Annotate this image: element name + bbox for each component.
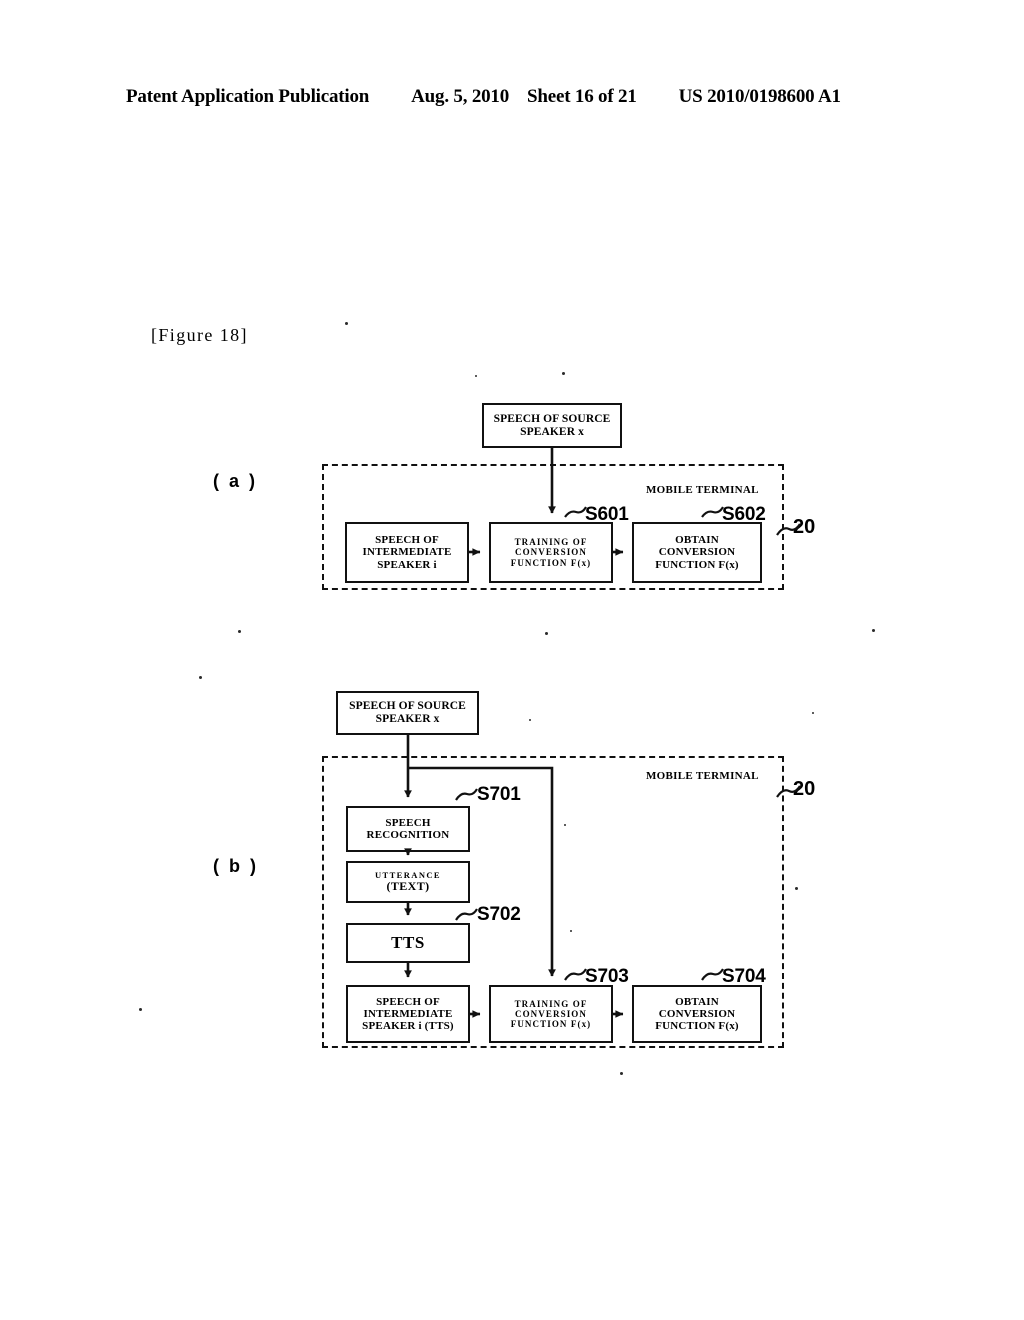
scan-speck [564, 824, 566, 826]
box-line: TRAINING OF [514, 537, 588, 548]
box-line: SPEECH OF [376, 995, 440, 1008]
box-speech-of-source-speaker-b: SPEECH OF SOURCE SPEAKER x [336, 691, 479, 735]
box-line: TRAINING OF [514, 998, 588, 1009]
box-line: FUNCTION F(x) [655, 558, 739, 571]
header-sheet-number: Sheet 16 of 21 [527, 86, 637, 107]
reference-numeral-20-a: 20 [793, 516, 816, 538]
step-tag-s601: S601 [585, 504, 629, 525]
box-tts-b: TTS [346, 923, 470, 963]
step-tag-s702: S702 [477, 904, 521, 925]
box-line: OBTAIN [675, 995, 719, 1008]
box-line: INTERMEDIATE [362, 546, 452, 559]
scan-speck [795, 887, 798, 890]
box-line: SPEECH OF [375, 534, 439, 547]
box-line: SPEAKER x [520, 425, 584, 438]
mobile-terminal-label-a: MOBILE TERMINAL [646, 484, 759, 496]
box-speech-recognition-b: SPEECH RECOGNITION [346, 806, 470, 852]
header-date: Aug. 5, 2010 [411, 86, 510, 107]
mobile-terminal-label-b: MOBILE TERMINAL [646, 770, 759, 782]
box-line: CONVERSION [658, 546, 736, 559]
box-line: TTS [391, 933, 425, 953]
box-training-of-conversion-function-a: TRAINING OF CONVERSION FUNCTION F(x) [489, 522, 613, 583]
box-line: SPEECH [385, 816, 431, 829]
scan-speck [872, 629, 875, 632]
scan-speck [812, 712, 814, 714]
scan-speck [562, 372, 565, 375]
box-speech-of-intermediate-speaker-b: SPEECH OF INTERMEDIATE SPEAKER i (TTS) [346, 985, 470, 1043]
header-document-number: US 2010/0198600 A1 [678, 86, 841, 107]
box-line: FUNCTION F(x) [655, 1020, 739, 1033]
scan-speck [529, 719, 531, 721]
box-line: RECOGNITION [366, 829, 450, 841]
box-line: SPEECH OF SOURCE [493, 412, 611, 425]
box-line: FUNCTION F(x) [510, 1019, 592, 1030]
step-tag-s701: S701 [477, 784, 521, 805]
box-line: CONVERSION [658, 1007, 736, 1020]
scan-speck [620, 1072, 623, 1075]
panel-letter-a: ( a ) [213, 471, 258, 491]
box-line: CONVERSION [514, 1008, 587, 1019]
box-speech-of-intermediate-speaker-a: SPEECH OF INTERMEDIATE SPEAKER i [345, 522, 469, 583]
box-line: OBTAIN [675, 534, 719, 547]
box-line: SPEAKER i [377, 558, 437, 571]
scan-speck [345, 322, 348, 325]
header-publication-title: Patent Application Publication [126, 86, 370, 107]
box-line: CONVERSION [514, 547, 587, 558]
box-obtain-conversion-function-a: OBTAIN CONVERSION FUNCTION F(x) [632, 522, 762, 583]
box-line: SPEAKER i (TTS) [362, 1020, 454, 1033]
scan-speck [475, 375, 477, 377]
box-speech-of-source-speaker-a: SPEECH OF SOURCE SPEAKER x [482, 403, 622, 448]
box-line: SPEECH OF SOURCE [349, 700, 466, 713]
connector-lines [404, 448, 801, 1018]
box-utterance-text-b: UTTERANCE (TEXT) [346, 861, 470, 903]
box-line: SPEAKER x [375, 713, 440, 725]
scan-speck [570, 930, 572, 932]
step-tag-s704: S704 [722, 966, 766, 987]
box-line: FUNCTION F(x) [510, 557, 592, 568]
box-training-of-conversion-function-b: TRAINING OF CONVERSION FUNCTION F(x) [489, 985, 613, 1043]
step-tag-s602: S602 [722, 504, 766, 525]
reference-numeral-20-b: 20 [793, 778, 816, 800]
scan-speck [139, 1008, 142, 1011]
box-line: (TEXT) [386, 879, 430, 894]
box-obtain-conversion-function-b: OBTAIN CONVERSION FUNCTION F(x) [632, 985, 762, 1043]
step-tag-s703: S703 [585, 966, 629, 987]
box-line: INTERMEDIATE [363, 1007, 453, 1020]
scan-speck [238, 630, 241, 633]
panel-letter-b: ( b ) [213, 856, 259, 876]
figure-label: [Figure 18] [151, 325, 248, 345]
scan-speck [545, 632, 548, 635]
page-header: Patent Application Publication Aug. 5, 2… [126, 86, 916, 112]
scan-speck [199, 676, 202, 679]
